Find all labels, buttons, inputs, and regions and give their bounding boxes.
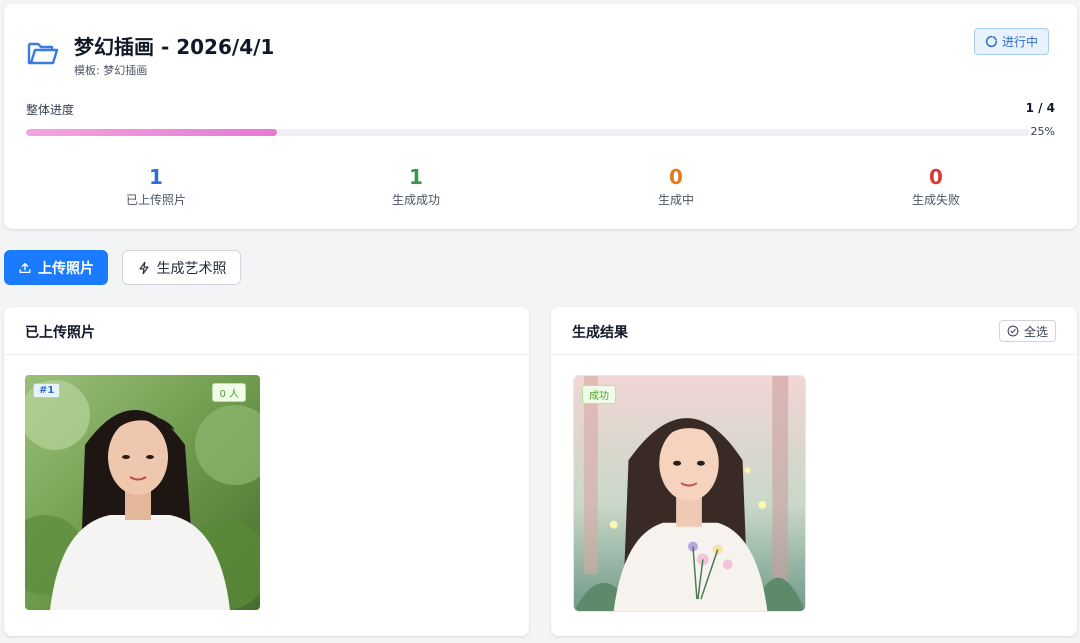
progress-bar	[26, 129, 1029, 136]
panel-title: 已上传照片	[25, 325, 95, 341]
photo-index-tag: #1	[33, 383, 61, 398]
stat-value: 0	[929, 165, 943, 189]
progress-count: 1 / 4	[1025, 101, 1055, 115]
lightning-icon	[138, 261, 149, 274]
stat-value: 0	[669, 165, 683, 189]
upload-icon	[19, 262, 31, 273]
template-label: 模板: 梦幻插画	[74, 64, 148, 77]
panel-header: 生成结果 全选	[551, 307, 1077, 355]
result-photo-card[interactable]: 成功	[573, 375, 806, 612]
uploaded-photo-image	[25, 375, 260, 610]
status-text: 进行中	[1001, 35, 1038, 49]
upload-photo-button[interactable]: 上传照片	[4, 250, 108, 285]
stat-failed: 0 生成失败	[806, 166, 1066, 208]
stat-label: 生成失败	[911, 193, 960, 207]
stat-success: 1 生成成功	[286, 166, 546, 208]
loading-icon	[985, 35, 998, 48]
generate-art-button[interactable]: 生成艺术照	[122, 250, 241, 285]
result-photo-image	[574, 376, 805, 611]
page-title: 梦幻插画 - 2026/4/1	[74, 35, 275, 59]
uploaded-photos-panel: 已上传照片 #1 0 人	[4, 307, 529, 636]
check-circle-icon	[1007, 325, 1019, 337]
generated-results-panel: 生成结果 全选 成功	[551, 307, 1077, 636]
generate-button-label: 生成艺术照	[156, 260, 227, 277]
panel-header: 已上传照片	[4, 307, 529, 355]
panel-title: 生成结果	[572, 325, 628, 341]
stat-label: 生成成功	[391, 193, 440, 207]
stat-in-progress: 0 生成中	[546, 166, 806, 208]
progress-label: 整体进度	[26, 103, 75, 117]
stat-value: 1	[409, 165, 423, 189]
progress-percent: 25%	[1030, 125, 1055, 138]
select-all-label: 全选	[1023, 324, 1048, 339]
folder-open-icon	[27, 42, 59, 65]
select-all-button[interactable]: 全选	[998, 320, 1056, 342]
uploaded-photo-card[interactable]: #1 0 人	[25, 375, 260, 610]
upload-button-label: 上传照片	[38, 260, 94, 277]
stat-label: 生成中	[657, 193, 694, 207]
stat-value: 1	[149, 165, 163, 189]
progress-bar-fill	[26, 129, 277, 136]
status-badge: 进行中	[973, 28, 1049, 55]
project-header-card: 梦幻插画 - 2026/4/1 模板: 梦幻插画 进行中 整体进度 1 / 4 …	[4, 4, 1077, 229]
stats-row: 1 已上传照片 1 生成成功 0 生成中 0 生成失败	[26, 166, 1066, 208]
stat-label: 已上传照片	[125, 193, 186, 207]
success-tag: 成功	[582, 385, 616, 404]
people-count-tag: 0 人	[212, 383, 246, 402]
stat-uploaded: 1 已上传照片	[26, 166, 286, 208]
